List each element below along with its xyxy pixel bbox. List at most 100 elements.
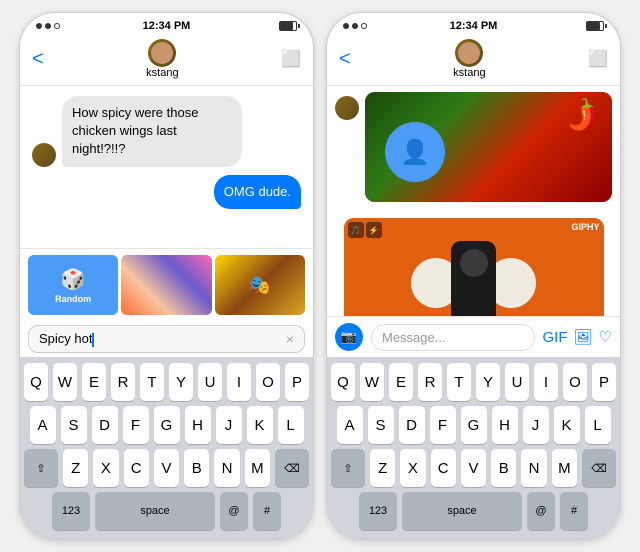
video-button-left[interactable]: ⬜ [281, 49, 301, 69]
camera-button[interactable]: 📷 [335, 323, 363, 351]
key-123-right[interactable]: 123 [359, 492, 397, 530]
key-S[interactable]: S [61, 406, 87, 444]
gif-result-bottom[interactable]: 🎵 ⚡ GIPHY [344, 218, 604, 316]
key-R[interactable]: R [111, 363, 135, 401]
key-123-left[interactable]: 123 [52, 492, 90, 530]
key-space-right[interactable]: space [402, 492, 522, 530]
key-Z[interactable]: Z [63, 449, 88, 487]
gif-random-button[interactable]: 🎲 Random [28, 255, 118, 315]
key-A[interactable]: A [30, 406, 56, 444]
key-rL[interactable]: L [585, 406, 611, 444]
key-rZ[interactable]: Z [370, 449, 395, 487]
signal-dots [36, 23, 60, 29]
key-rD[interactable]: D [399, 406, 425, 444]
key-row-4-left: 123 space @ # [24, 492, 309, 530]
header-center-left: kstang [146, 39, 178, 79]
key-M[interactable]: M [245, 449, 270, 487]
key-rG[interactable]: G [461, 406, 487, 444]
gif-search-bar[interactable]: Spicy hot × [28, 325, 305, 353]
key-V[interactable]: V [154, 449, 179, 487]
key-G[interactable]: G [154, 406, 180, 444]
key-F[interactable]: F [123, 406, 149, 444]
avatar-left [148, 39, 176, 67]
video-button-right[interactable]: ⬜ [588, 49, 608, 69]
person-icon: 👤 [400, 138, 430, 167]
key-rP[interactable]: P [592, 363, 616, 401]
key-I[interactable]: I [227, 363, 251, 401]
random-label: Random [55, 294, 91, 304]
key-Q[interactable]: Q [24, 363, 48, 401]
back-button-left[interactable]: < [32, 48, 44, 71]
gif-result-top[interactable]: 🌶️ 👤 [365, 92, 612, 202]
bubble-outgoing-1: OMG dude. [214, 175, 301, 209]
message-input-bar: 📷 Message... GIF 🖼 ♡ [327, 316, 620, 357]
key-rB[interactable]: B [491, 449, 516, 487]
key-rS[interactable]: S [368, 406, 394, 444]
key-rE[interactable]: E [389, 363, 413, 401]
key-T[interactable]: T [140, 363, 164, 401]
key-rY[interactable]: Y [476, 363, 500, 401]
key-rX[interactable]: X [400, 449, 425, 487]
key-X[interactable]: X [93, 449, 118, 487]
key-L[interactable]: L [278, 406, 304, 444]
key-P[interactable]: P [285, 363, 309, 401]
dot-3 [54, 23, 60, 29]
heart-button[interactable]: ♡ [599, 328, 612, 346]
figure-head [460, 249, 488, 277]
key-space-left[interactable]: space [95, 492, 215, 530]
search-clear-button[interactable]: × [286, 331, 294, 347]
key-U[interactable]: U [198, 363, 222, 401]
key-shift-left[interactable]: ⇧ [24, 449, 58, 487]
chat-header-left: < kstang ⬜ [20, 35, 313, 86]
key-row-1-left: Q W E R T Y U I O P [24, 363, 309, 401]
gif-preview-2[interactable]: 🎭 [215, 255, 305, 315]
image-button[interactable]: 🖼 [574, 328, 593, 346]
key-rR[interactable]: R [418, 363, 442, 401]
key-rM[interactable]: M [552, 449, 577, 487]
key-rO[interactable]: O [563, 363, 587, 401]
key-rH[interactable]: H [492, 406, 518, 444]
key-E[interactable]: E [82, 363, 106, 401]
key-hash-right[interactable]: # [560, 492, 588, 530]
key-J[interactable]: J [216, 406, 242, 444]
message-row-2: OMG dude. [32, 175, 301, 209]
avatar-face-left [151, 42, 173, 64]
key-rN[interactable]: N [521, 449, 546, 487]
key-rQ[interactable]: Q [331, 363, 355, 401]
key-rC[interactable]: C [431, 449, 456, 487]
key-row-4-right: 123 space @ # [331, 492, 616, 530]
key-rV[interactable]: V [461, 449, 486, 487]
key-rA[interactable]: A [337, 406, 363, 444]
msg-avatar-right [335, 96, 359, 120]
key-rF[interactable]: F [430, 406, 456, 444]
key-N[interactable]: N [214, 449, 239, 487]
back-button-right[interactable]: < [339, 48, 351, 71]
key-rI[interactable]: I [534, 363, 558, 401]
key-delete-right[interactable]: ⌫ [582, 449, 616, 487]
key-W[interactable]: W [53, 363, 77, 401]
gif-preview-1[interactable] [121, 255, 211, 315]
key-rU[interactable]: U [505, 363, 529, 401]
gif-button[interactable]: GIF [543, 329, 568, 346]
key-at-right[interactable]: @ [527, 492, 555, 530]
key-rT[interactable]: T [447, 363, 471, 401]
dot-r2 [352, 23, 358, 29]
key-D[interactable]: D [92, 406, 118, 444]
key-at-left[interactable]: @ [220, 492, 248, 530]
key-B[interactable]: B [184, 449, 209, 487]
key-K[interactable]: K [247, 406, 273, 444]
key-C[interactable]: C [124, 449, 149, 487]
message-input-field[interactable]: Message... [371, 324, 535, 351]
key-Y[interactable]: Y [169, 363, 193, 401]
gif-results-area: 🌶️ 👤 🎵 ⚡ [327, 86, 620, 316]
key-hash-left[interactable]: # [253, 492, 281, 530]
key-rW[interactable]: W [360, 363, 384, 401]
key-O[interactable]: O [256, 363, 280, 401]
key-H[interactable]: H [185, 406, 211, 444]
key-shift-right[interactable]: ⇧ [331, 449, 365, 487]
gif-panel-left: 🎲 Random 🎭 Spicy hot × [20, 248, 313, 357]
key-rJ[interactable]: J [523, 406, 549, 444]
key-rK[interactable]: K [554, 406, 580, 444]
keyboard-left: Q W E R T Y U I O P A S D F G H J K L [20, 357, 313, 539]
key-delete-left[interactable]: ⌫ [275, 449, 309, 487]
